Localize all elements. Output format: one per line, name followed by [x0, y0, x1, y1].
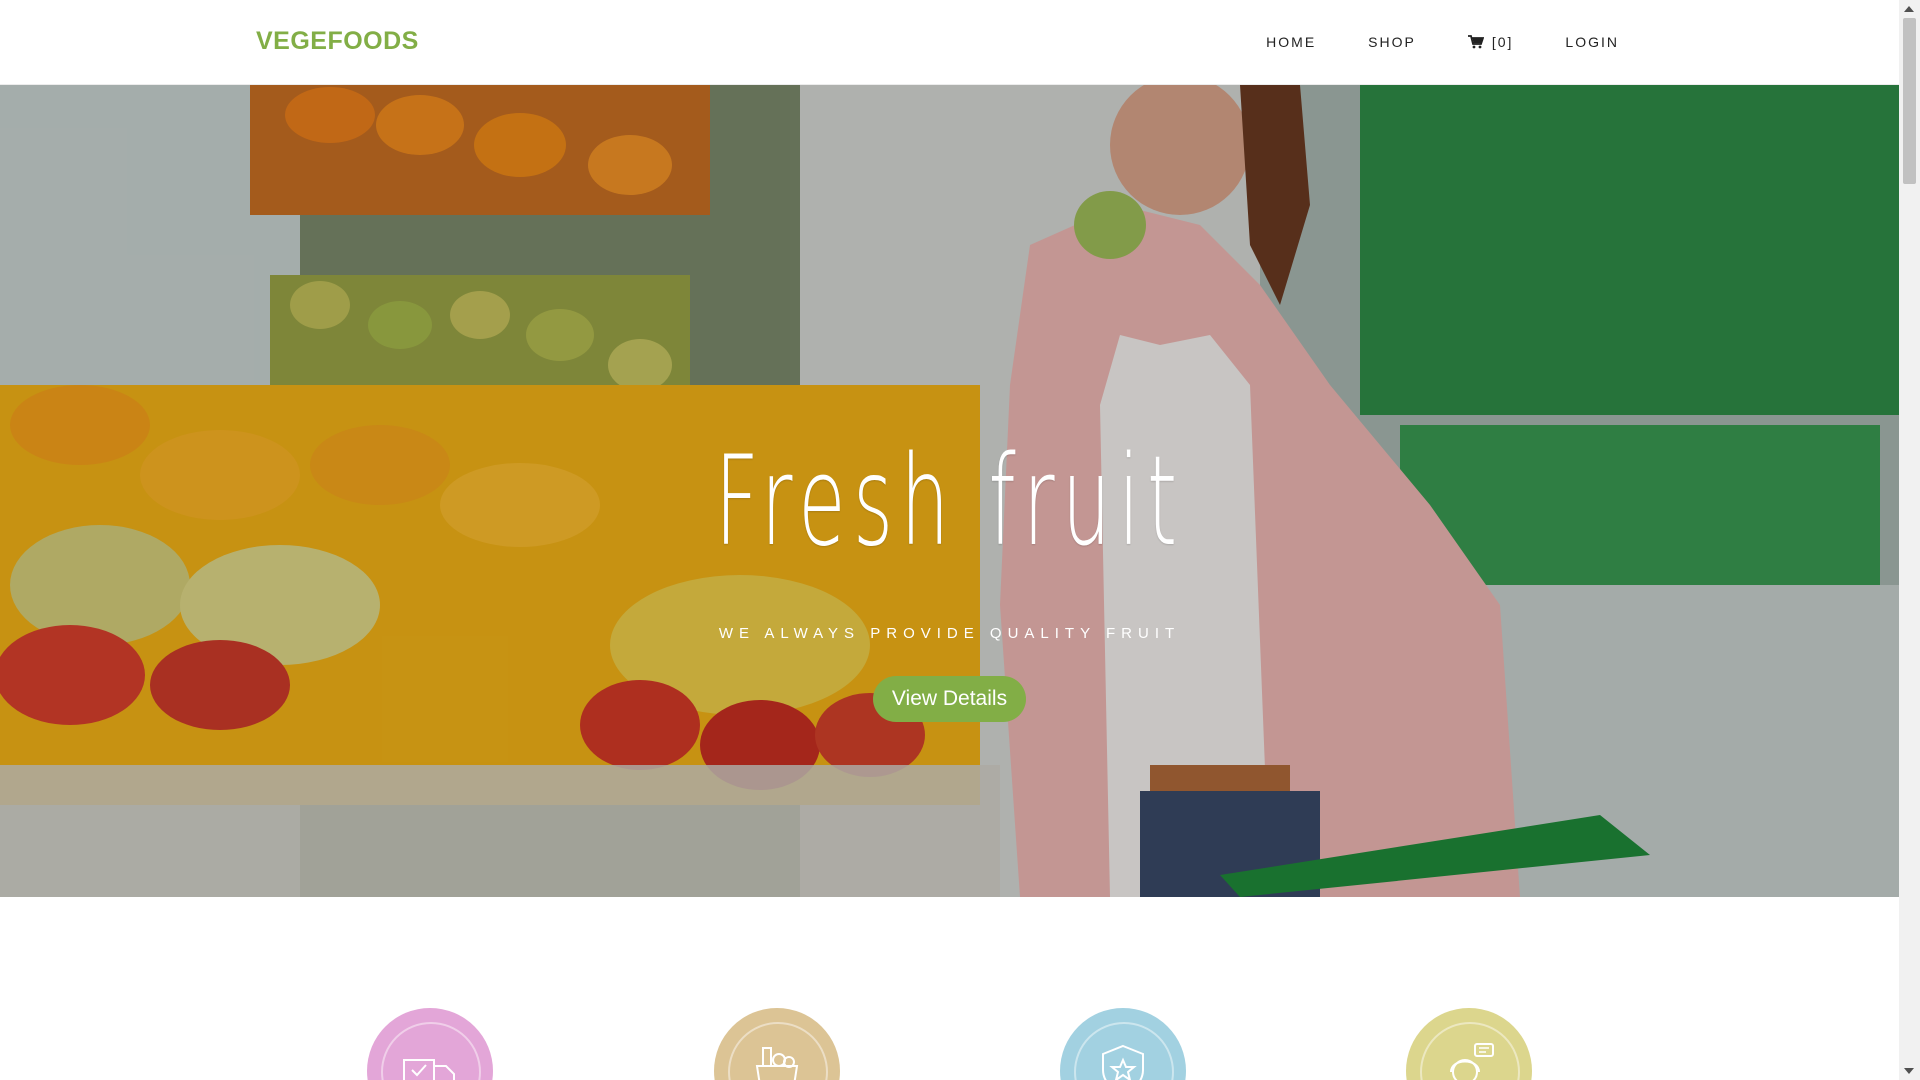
brand-logo[interactable]: VEGEFOODS	[256, 27, 419, 56]
page-scrollbar[interactable]	[1899, 0, 1920, 1080]
feature-quality	[1060, 1008, 1186, 1080]
hero-subtitle: WE ALWAYS PROVIDE QUALITY FRUIT	[718, 625, 1181, 642]
nav-cart[interactable]: [0]	[1467, 34, 1514, 50]
delivery-truck-icon	[403, 1059, 455, 1080]
view-details-button[interactable]: View Details	[873, 676, 1026, 722]
cart-icon	[1467, 35, 1484, 49]
feature-support	[1406, 1008, 1532, 1080]
cart-count: [0]	[1491, 34, 1514, 50]
scroll-down-arrow-icon[interactable]	[1904, 1068, 1914, 1074]
feature-grocery	[714, 1008, 840, 1080]
grocery-bag-icon	[755, 1047, 799, 1080]
quality-badge-icon	[1102, 1044, 1144, 1080]
hero-banner: Fresh fruit WE ALWAYS PROVIDE QUALITY FR…	[0, 85, 1899, 897]
nav-login[interactable]: LOGIN	[1565, 34, 1619, 50]
feature-delivery	[367, 1008, 493, 1080]
scroll-thumb[interactable]	[1903, 18, 1916, 184]
hero-title: Fresh fruit	[714, 430, 1185, 574]
navbar: VEGEFOODS HOME SHOP [0] LOGIN	[0, 0, 1899, 85]
nav-home[interactable]: HOME	[1266, 34, 1316, 50]
customer-support-icon	[1450, 1043, 1494, 1080]
page: VEGEFOODS HOME SHOP [0] LOGIN Fresh frui…	[0, 0, 1899, 1080]
scroll-up-arrow-icon[interactable]	[1904, 6, 1914, 12]
main-nav: HOME SHOP [0] LOGIN	[1214, 0, 1619, 84]
nav-shop[interactable]: SHOP	[1368, 34, 1416, 50]
